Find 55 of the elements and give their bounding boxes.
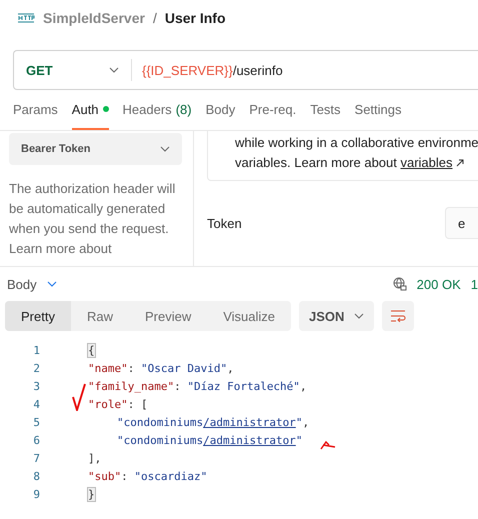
method-dropdown[interactable]: GET [14, 59, 132, 81]
line-number: 6 [32, 434, 40, 446]
request-tab[interactable]: Body [206, 90, 236, 130]
request-tab[interactable]: Settings [354, 90, 402, 130]
scribble-drawing [320, 440, 336, 450]
line-number: 8 [32, 470, 40, 482]
code-line: "condominiums/administrator", [117, 416, 310, 428]
format-dropdown[interactable]: JSON [299, 301, 374, 331]
http-icon [17, 12, 35, 24]
breadcrumb-separator: / [152, 10, 157, 26]
auth-type-dropdown[interactable]: Bearer Token [9, 133, 182, 165]
code-line: ], [88, 452, 102, 464]
collection-name[interactable]: SimpleIdServer [43, 10, 145, 26]
request-tab[interactable]: Params [13, 90, 58, 130]
line-number: 7 [32, 452, 40, 464]
token-label: Token [207, 216, 242, 230]
chevron-icon [46, 281, 57, 287]
code-line: "family_name": "Díaz Fortaleché", [88, 380, 307, 392]
request-tab[interactable]: Pre-req. [249, 90, 296, 130]
external-link-icon [456, 159, 464, 167]
url-bar[interactable]: GET {{ID_SERVER}}/userinfo [13, 50, 478, 90]
status-code: 200 OK [416, 276, 461, 292]
chevron-icon [109, 67, 119, 73]
variables-link[interactable]: variables [400, 155, 453, 170]
globe-lock-icon [392, 277, 407, 291]
request-tab[interactable]: Auth [72, 90, 109, 130]
request-tab[interactable]: Headers (8) [122, 90, 192, 130]
url-text: {{ID_SERVER}}/userinfo [141, 62, 283, 78]
line-number: 2 [32, 362, 40, 374]
line-number: 1 [32, 344, 40, 356]
info-text: variables. Learn more about variables [235, 155, 453, 170]
request-tab[interactable]: Tests [310, 90, 341, 130]
line-number: 3 [32, 380, 40, 392]
view-tab[interactable]: Raw [70, 301, 129, 331]
line-number: 4 [32, 398, 40, 410]
code-line: "condominiums/administrator" [117, 434, 302, 446]
wrap-lines-button[interactable] [382, 301, 414, 331]
info-text: while working in a collaborative environme [235, 135, 478, 150]
response-time: 1 [470, 276, 478, 292]
auth-description: The authorization header will be automatically generated when you send the request. Learn more about [9, 180, 176, 258]
token-field[interactable]: e [445, 207, 478, 239]
code-line: "role": [ [88, 398, 148, 410]
checkmark-drawing [72, 383, 86, 411]
response-body-dropdown[interactable]: Body [7, 276, 57, 292]
view-tab[interactable]: Pretty [5, 301, 71, 331]
request-name: User Info [164, 10, 226, 26]
code-line: "sub": "oscardiaz" [88, 470, 208, 482]
chevron-icon [160, 146, 170, 152]
view-tab[interactable]: Preview [128, 301, 208, 331]
chevron-icon [354, 313, 364, 319]
view-tab[interactable]: Visualize [207, 301, 292, 331]
wrap-icon [390, 310, 406, 322]
code-line: "name": "Oscar David", [88, 362, 234, 374]
line-number: 5 [32, 416, 40, 428]
line-number: 9 [32, 488, 40, 500]
